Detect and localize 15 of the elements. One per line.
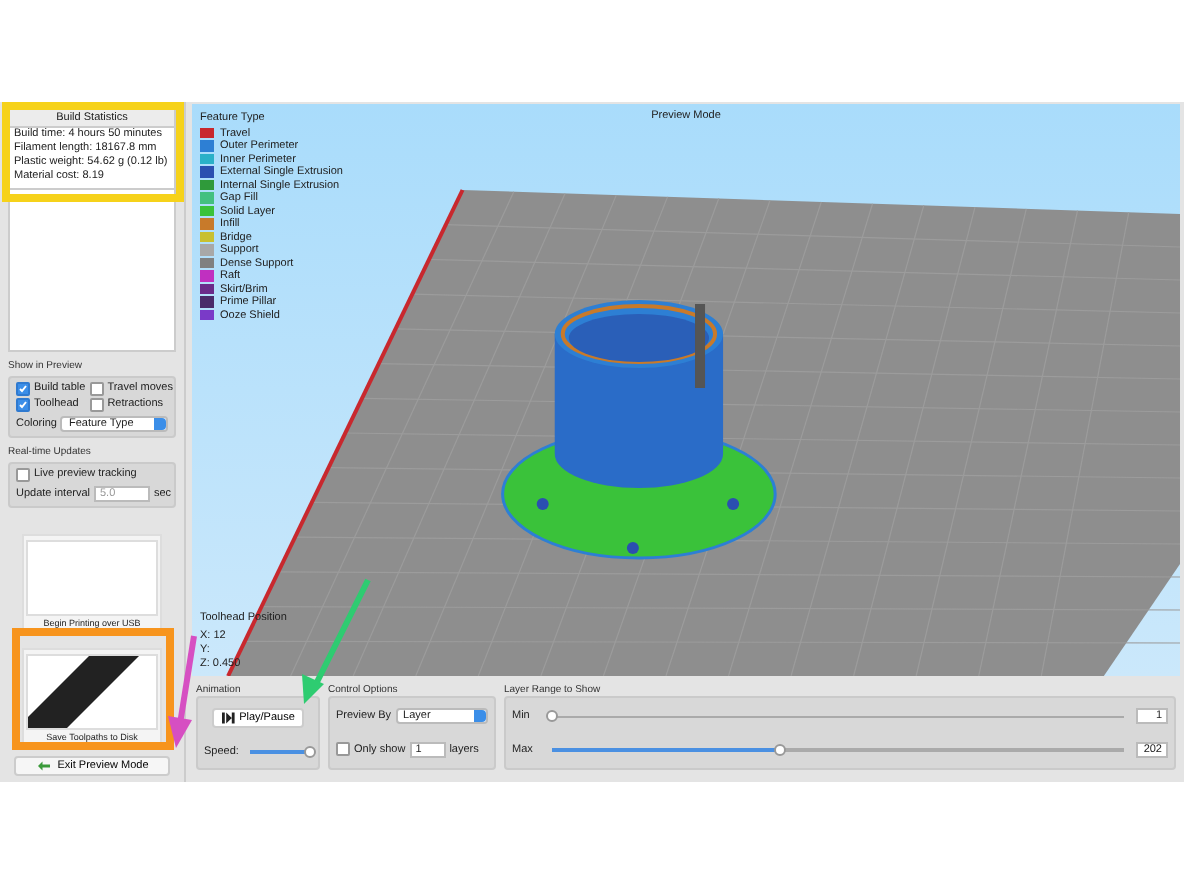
checkbox[interactable]	[16, 381, 30, 395]
print-preview-drawing[interactable]	[192, 104, 1180, 676]
speed-slider-thumb[interactable]	[304, 745, 317, 757]
annotation-arrow	[168, 635, 197, 748]
checkbox[interactable]	[89, 397, 104, 411]
checkbox[interactable]	[16, 397, 30, 411]
back-arrow-icon	[35, 760, 52, 772]
photo-placeholder	[26, 540, 158, 616]
checkbox[interactable]	[16, 467, 30, 481]
play-pause-icon	[221, 712, 236, 725]
photo-placeholder	[26, 654, 158, 730]
checkbox[interactable]	[89, 381, 104, 395]
checkbox[interactable]	[336, 742, 350, 757]
layer-slider-thumb[interactable]	[774, 743, 787, 755]
layer-slider-thumb[interactable]	[546, 710, 558, 722]
